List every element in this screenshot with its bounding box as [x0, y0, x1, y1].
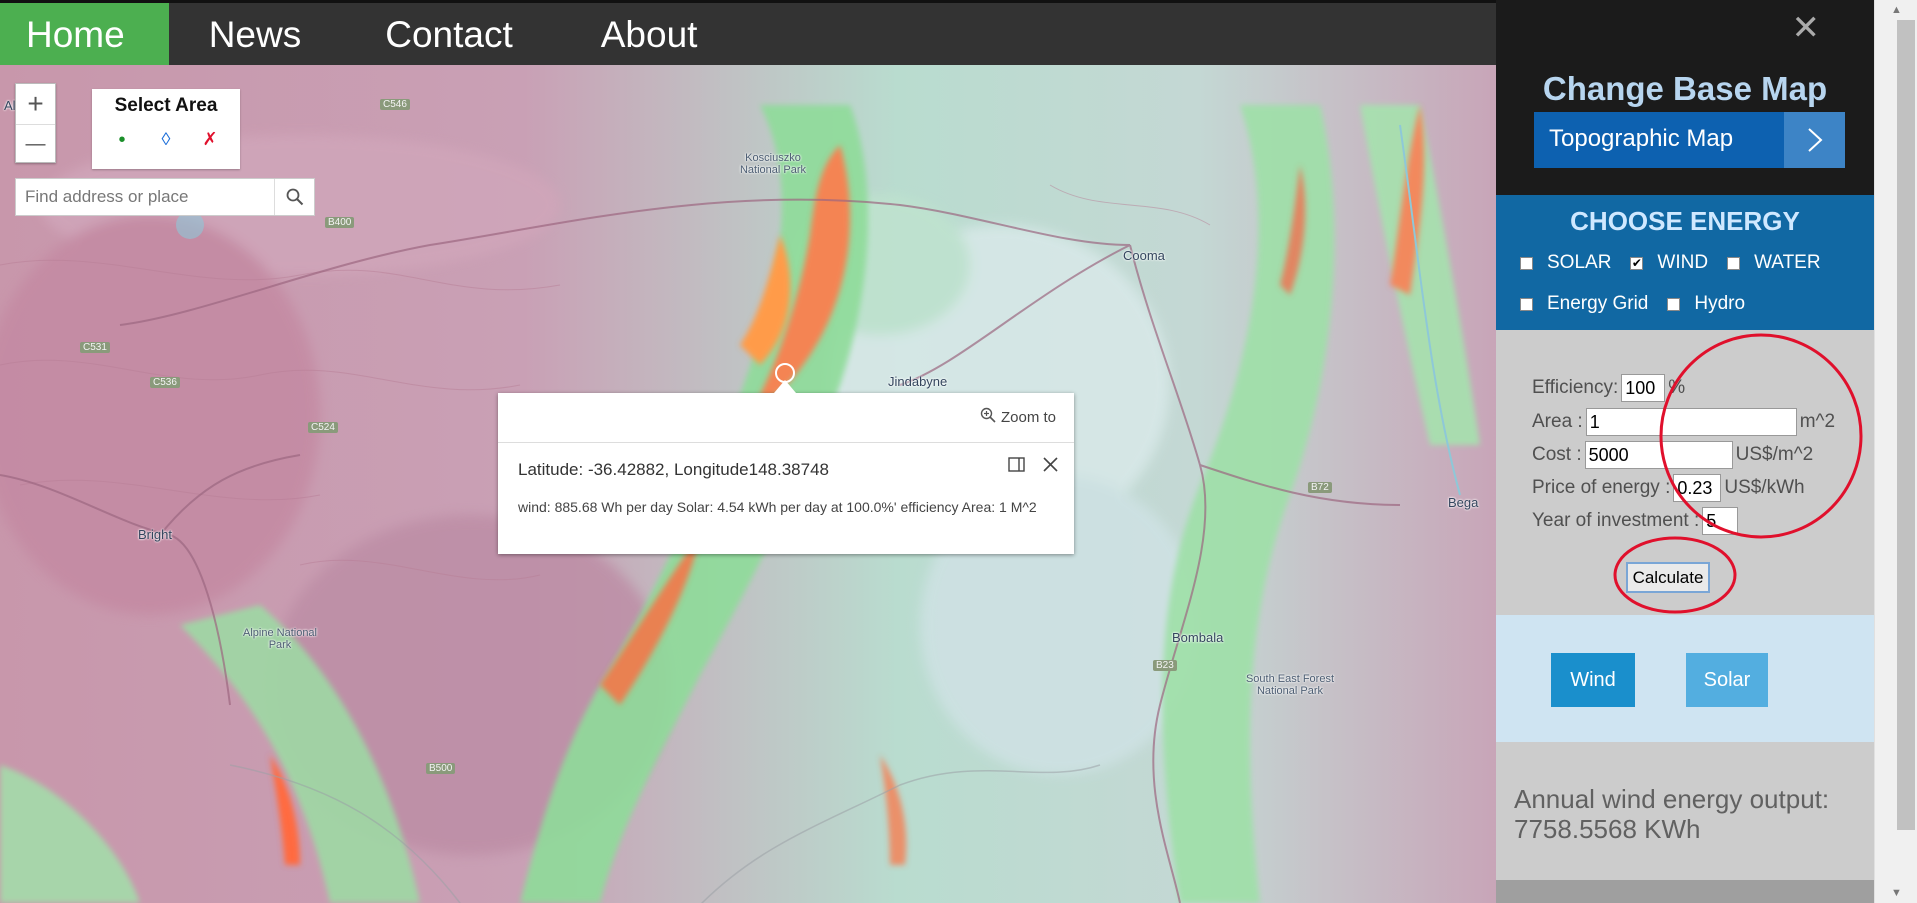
- nav-home[interactable]: Home: [0, 3, 169, 65]
- close-icon[interactable]: [1043, 457, 1058, 472]
- choose-energy-section: CHOOSE ENERGY SOLAR ✔ WIND WATER Energy G…: [1496, 195, 1874, 330]
- efficiency-input[interactable]: [1621, 374, 1666, 402]
- checkbox-hydro-label: Hydro: [1694, 293, 1746, 314]
- area-input[interactable]: [1585, 408, 1797, 436]
- zoom-control: + —: [15, 83, 56, 163]
- years-input[interactable]: [1702, 507, 1739, 535]
- calculate-button[interactable]: Calculate: [1626, 562, 1710, 593]
- scroll-down-icon[interactable]: ▼: [1875, 883, 1917, 903]
- road-shield: B500: [426, 763, 456, 774]
- panel-bottom-strip: [1496, 880, 1874, 903]
- road-shield: B23: [1153, 660, 1177, 671]
- cost-unit: US$/m^2: [1735, 444, 1814, 465]
- road-shield: C536: [150, 377, 180, 388]
- nav-about[interactable]: About: [557, 3, 724, 65]
- close-panel-icon[interactable]: ✕: [1792, 8, 1821, 48]
- checkbox-water-label: WATER: [1754, 252, 1821, 273]
- checkbox-solar-label: SOLAR: [1547, 252, 1612, 273]
- dock-icon[interactable]: [1008, 457, 1025, 472]
- place-label-kosciuszko-national-park: Kosciuszko National Park: [739, 152, 807, 176]
- nav-news[interactable]: News: [169, 3, 346, 65]
- scroll-up-icon[interactable]: ▲: [1875, 0, 1917, 20]
- checkbox-energy-grid[interactable]: Energy Grid: [1520, 293, 1648, 315]
- cost-input[interactable]: [1584, 441, 1733, 469]
- place-label-bright: Bright: [138, 527, 172, 542]
- years-label: Year of investment :: [1532, 510, 1700, 531]
- cost-label: Cost :: [1532, 444, 1582, 465]
- zoom-in-button[interactable]: +: [16, 84, 55, 124]
- top-navigation: Home News Contact About: [0, 0, 1496, 65]
- scroll-thumb[interactable]: [1897, 20, 1915, 830]
- chart-buttons-section: Wind Solar: [1496, 615, 1874, 742]
- area-unit: m^2: [1799, 411, 1836, 432]
- checkbox-energy-grid-box[interactable]: [1520, 297, 1533, 311]
- select-area-widget: Select Area • ◊ ✗: [92, 89, 240, 169]
- place-label-jindabyne: Jindabyne: [888, 374, 948, 389]
- checkbox-solar-box[interactable]: [1520, 256, 1533, 270]
- checkbox-solar[interactable]: SOLAR: [1520, 252, 1611, 274]
- search-box: [15, 178, 315, 216]
- road-shield: B72: [1308, 482, 1332, 493]
- checkbox-hydro[interactable]: Hydro: [1667, 293, 1745, 315]
- page-scrollbar[interactable]: ▲ ▼: [1874, 0, 1917, 903]
- checkbox-water-box[interactable]: [1727, 256, 1741, 270]
- base-map-select[interactable]: Topographic Map: [1534, 112, 1845, 168]
- road-shield: C531: [80, 342, 110, 353]
- choose-energy-title: CHOOSE ENERGY: [1570, 206, 1800, 236]
- search-input[interactable]: [16, 179, 274, 215]
- popup-title: Latitude: -36.42882, Longitude148.38748: [518, 460, 829, 479]
- road-shield: C546: [380, 99, 410, 110]
- checkbox-wind[interactable]: ✔ WIND: [1630, 252, 1708, 274]
- checkbox-wind-box[interactable]: ✔: [1630, 256, 1644, 270]
- base-map-title: Change Base Map: [1542, 70, 1828, 107]
- price-unit: US$/kWh: [1724, 477, 1805, 498]
- checkbox-hydro-box[interactable]: [1667, 297, 1681, 311]
- result-section: Annual wind energy output: 7758.5568 KWh: [1496, 742, 1874, 882]
- checkbox-water[interactable]: WATER: [1727, 252, 1821, 274]
- solar-chart-button[interactable]: Solar: [1686, 653, 1768, 707]
- select-area-title: Select Area: [114, 95, 218, 116]
- efficiency-label: Efficiency:: [1532, 377, 1619, 398]
- place-label-bombala: Bombala: [1172, 630, 1224, 645]
- road-shield: B400: [325, 217, 355, 228]
- place-label-bega: Bega: [1448, 495, 1479, 510]
- wind-chart-button[interactable]: Wind: [1551, 653, 1635, 707]
- base-map-section: ✕ Change Base Map Topographic Map: [1496, 0, 1874, 195]
- chevron-right-icon[interactable]: [1784, 112, 1845, 168]
- place-label-cooma: Cooma: [1123, 248, 1165, 263]
- draw-polygon-icon[interactable]: ◊: [154, 129, 178, 152]
- nav-contact[interactable]: Contact: [345, 3, 557, 65]
- popup-pointer: [774, 380, 796, 393]
- place-label-alpine-national-park: Alpine National Park: [243, 627, 317, 651]
- clear-selection-icon[interactable]: ✗: [198, 129, 222, 152]
- search-icon[interactable]: [274, 179, 314, 215]
- checkbox-energy-grid-label: Energy Grid: [1547, 293, 1649, 314]
- side-panel: ✕ Change Base Map Topographic Map CHOOSE…: [1496, 0, 1874, 903]
- popup-content: wind: 885.68 Wh per day Solar: 4.54 kWh …: [518, 499, 1037, 515]
- price-label: Price of energy :: [1532, 477, 1671, 498]
- zoom-to-icon: [980, 407, 996, 427]
- zoom-out-button[interactable]: —: [16, 124, 55, 164]
- map-popup: Zoom to Latitude: -36.42882, Longitude14…: [498, 380, 1074, 554]
- zoom-to-label: Zoom to: [1000, 408, 1056, 426]
- zoom-to-link[interactable]: Zoom to: [980, 407, 1056, 427]
- draw-point-icon[interactable]: •: [110, 129, 134, 152]
- annual-output-result: Annual wind energy output: 7758.5568 KWh: [1514, 784, 1830, 844]
- base-map-selected: Topographic Map: [1549, 125, 1734, 152]
- checkbox-wind-label: WIND: [1657, 252, 1709, 273]
- efficiency-unit: %: [1668, 377, 1686, 398]
- area-label: Area :: [1532, 411, 1583, 432]
- road-shield: C524: [308, 422, 338, 433]
- calculator-section: Efficiency: % Area : m^2 Cost : US$/m^2 …: [1496, 330, 1874, 615]
- price-input[interactable]: [1673, 474, 1722, 502]
- place-label-south-east-forest-national-park: South East Forest National Park: [1245, 673, 1335, 697]
